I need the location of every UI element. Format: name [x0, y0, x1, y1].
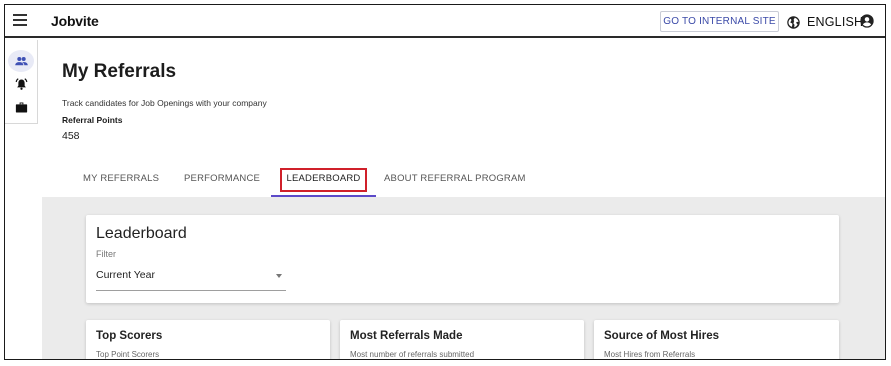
app-window: Jobvite GO TO INTERNAL SITE ENGLISH My R… — [4, 4, 886, 360]
dropdown-arrow-icon — [276, 274, 282, 278]
tab-performance[interactable]: PERFORMANCE — [184, 165, 260, 195]
referral-points-value: 458 — [62, 130, 80, 142]
hamburger-icon[interactable] — [13, 14, 27, 26]
leaderboard-title: Leaderboard — [96, 225, 187, 242]
tab-my-referrals[interactable]: MY REFERRALS — [83, 165, 159, 195]
page-title: My Referrals — [62, 61, 177, 82]
alarm-icon — [15, 77, 27, 90]
stat-card-title: Source of Most Hires — [604, 330, 720, 342]
active-tab-highlight — [280, 168, 367, 192]
go-to-internal-site-button[interactable]: GO TO INTERNAL SITE — [660, 11, 779, 32]
filter-select-value: Current Year — [96, 269, 155, 281]
nav-alerts[interactable] — [8, 73, 34, 95]
briefcase-icon — [15, 102, 27, 112]
brand-logo: Jobvite — [51, 13, 99, 29]
stat-card-source-of-hires: Source of Most Hires Most Hires from Ref… — [594, 320, 839, 359]
page-subtitle: Track candidates for Job Openings with y… — [62, 98, 267, 108]
stat-card-subtitle: Most Hires from Referrals — [604, 350, 696, 359]
account-circle-icon[interactable] — [859, 13, 875, 29]
filter-select[interactable]: Current Year — [96, 265, 286, 291]
language-selector[interactable]: ENGLISH — [786, 12, 863, 32]
leaderboard-card: Leaderboard Filter Current Year — [86, 215, 839, 303]
stat-card-title: Top Scorers — [96, 330, 163, 342]
nav-jobs[interactable] — [8, 96, 34, 118]
stat-card-title: Most Referrals Made — [350, 330, 463, 342]
stat-card-subtitle: Top Point Scorers — [96, 350, 160, 359]
nav-referrals[interactable] — [8, 50, 34, 72]
language-label: ENGLISH — [807, 15, 864, 29]
stat-card-most-referrals: Most Referrals Made Most number of refer… — [340, 320, 584, 359]
referral-points-label: Referral Points — [62, 115, 123, 125]
stat-card-subtitle: Most number of referrals submitted — [350, 350, 475, 359]
people-icon — [14, 56, 28, 65]
content-area: Leaderboard Filter Current Year Top Scor… — [42, 197, 885, 359]
side-nav — [5, 40, 38, 124]
tab-about-referral-program[interactable]: ABOUT REFERRAL PROGRAM — [384, 165, 525, 195]
stat-card-top-scorers: Top Scorers Top Point Scorers — [86, 320, 330, 359]
filter-label: Filter — [96, 249, 116, 259]
globe-icon — [787, 15, 800, 29]
top-bar: Jobvite GO TO INTERNAL SITE ENGLISH — [5, 5, 885, 38]
tab-bar: MY REFERRALS PERFORMANCE LEADERBOARD ABO… — [62, 165, 862, 197]
